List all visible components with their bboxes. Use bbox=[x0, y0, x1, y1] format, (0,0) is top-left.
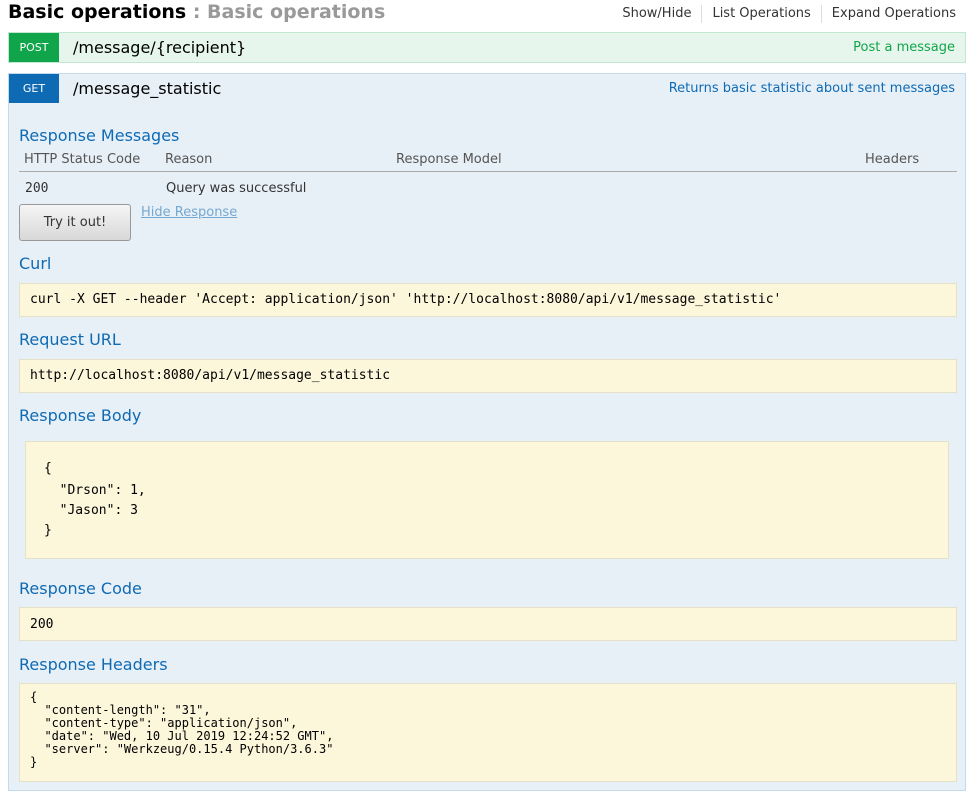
get-operation-path[interactable]: /message_statistic bbox=[73, 74, 221, 103]
json-line: { bbox=[44, 461, 52, 476]
get-operation: GET /message_statistic Returns basic sta… bbox=[8, 73, 966, 791]
post-operation-summary[interactable]: Post a message bbox=[853, 33, 955, 62]
resource-header: Basic operations : Basic operations Show… bbox=[8, 0, 966, 28]
response-code-block: 200 bbox=[19, 607, 957, 641]
response-body-title: Response Body bbox=[19, 406, 142, 425]
row-reason: Query was successful bbox=[166, 181, 307, 196]
curl-command: curl -X GET --header 'Accept: applicatio… bbox=[30, 292, 782, 307]
col-header-headers: Headers bbox=[865, 152, 920, 167]
curl-block: curl -X GET --header 'Accept: applicatio… bbox=[19, 283, 957, 317]
expand-operations-link[interactable]: Expand Operations bbox=[822, 5, 956, 23]
try-it-out-button[interactable]: Try it out! bbox=[19, 204, 131, 241]
col-header-reason: Reason bbox=[165, 152, 213, 167]
request-url-value: http://localhost:8080/api/v1/message_sta… bbox=[30, 368, 391, 383]
response-headers-title: Response Headers bbox=[19, 655, 168, 674]
resource-description: Basic operations bbox=[207, 1, 386, 23]
row-status-code: 200 bbox=[25, 181, 49, 196]
get-method-badge[interactable]: GET bbox=[9, 74, 59, 103]
header-line: } bbox=[30, 755, 38, 769]
resource-title[interactable]: Basic operations bbox=[8, 1, 186, 23]
get-operation-header[interactable]: GET /message_statistic Returns basic sta… bbox=[9, 74, 965, 104]
resource-separator: : bbox=[186, 1, 208, 23]
response-headers-content: { "content-length": "31", "content-type"… bbox=[30, 691, 333, 769]
col-header-status-code: HTTP Status Code bbox=[24, 152, 141, 167]
response-code-title: Response Code bbox=[19, 579, 142, 598]
resource-links: Show/Hide List Operations Expand Operati… bbox=[612, 5, 956, 23]
response-code-value: 200 bbox=[30, 617, 54, 632]
list-operations-link[interactable]: List Operations bbox=[702, 5, 822, 23]
resource-heading[interactable]: Basic operations : Basic operations bbox=[8, 0, 385, 24]
post-operation[interactable]: POST /message/{recipient} Post a message bbox=[8, 32, 966, 63]
curl-title: Curl bbox=[19, 254, 52, 273]
request-url-block: http://localhost:8080/api/v1/message_sta… bbox=[19, 359, 957, 393]
response-messages-title: Response Messages bbox=[19, 126, 180, 145]
response-body-container: { "Drson": 1, "Jason": 3 } bbox=[19, 429, 957, 559]
show-hide-link[interactable]: Show/Hide bbox=[612, 5, 703, 23]
col-header-response-model: Response Model bbox=[396, 152, 502, 167]
json-line: "Jason": 3 bbox=[44, 503, 138, 518]
json-line: "Drson": 1, bbox=[44, 483, 146, 498]
post-method-badge[interactable]: POST bbox=[9, 33, 59, 62]
request-url-title: Request URL bbox=[19, 330, 121, 349]
header-line: "server": "Werkzeug/0.15.4 Python/3.6.3" bbox=[30, 742, 334, 756]
get-operation-summary[interactable]: Returns basic statistic about sent messa… bbox=[669, 74, 955, 103]
json-line: } bbox=[44, 523, 52, 538]
response-headers-block: { "content-length": "31", "content-type"… bbox=[19, 683, 957, 782]
post-operation-path[interactable]: /message/{recipient} bbox=[73, 33, 246, 62]
response-body-block: { "Drson": 1, "Jason": 3 } bbox=[25, 441, 949, 559]
hide-response-link[interactable]: Hide Response bbox=[141, 205, 237, 220]
table-divider bbox=[19, 171, 957, 172]
